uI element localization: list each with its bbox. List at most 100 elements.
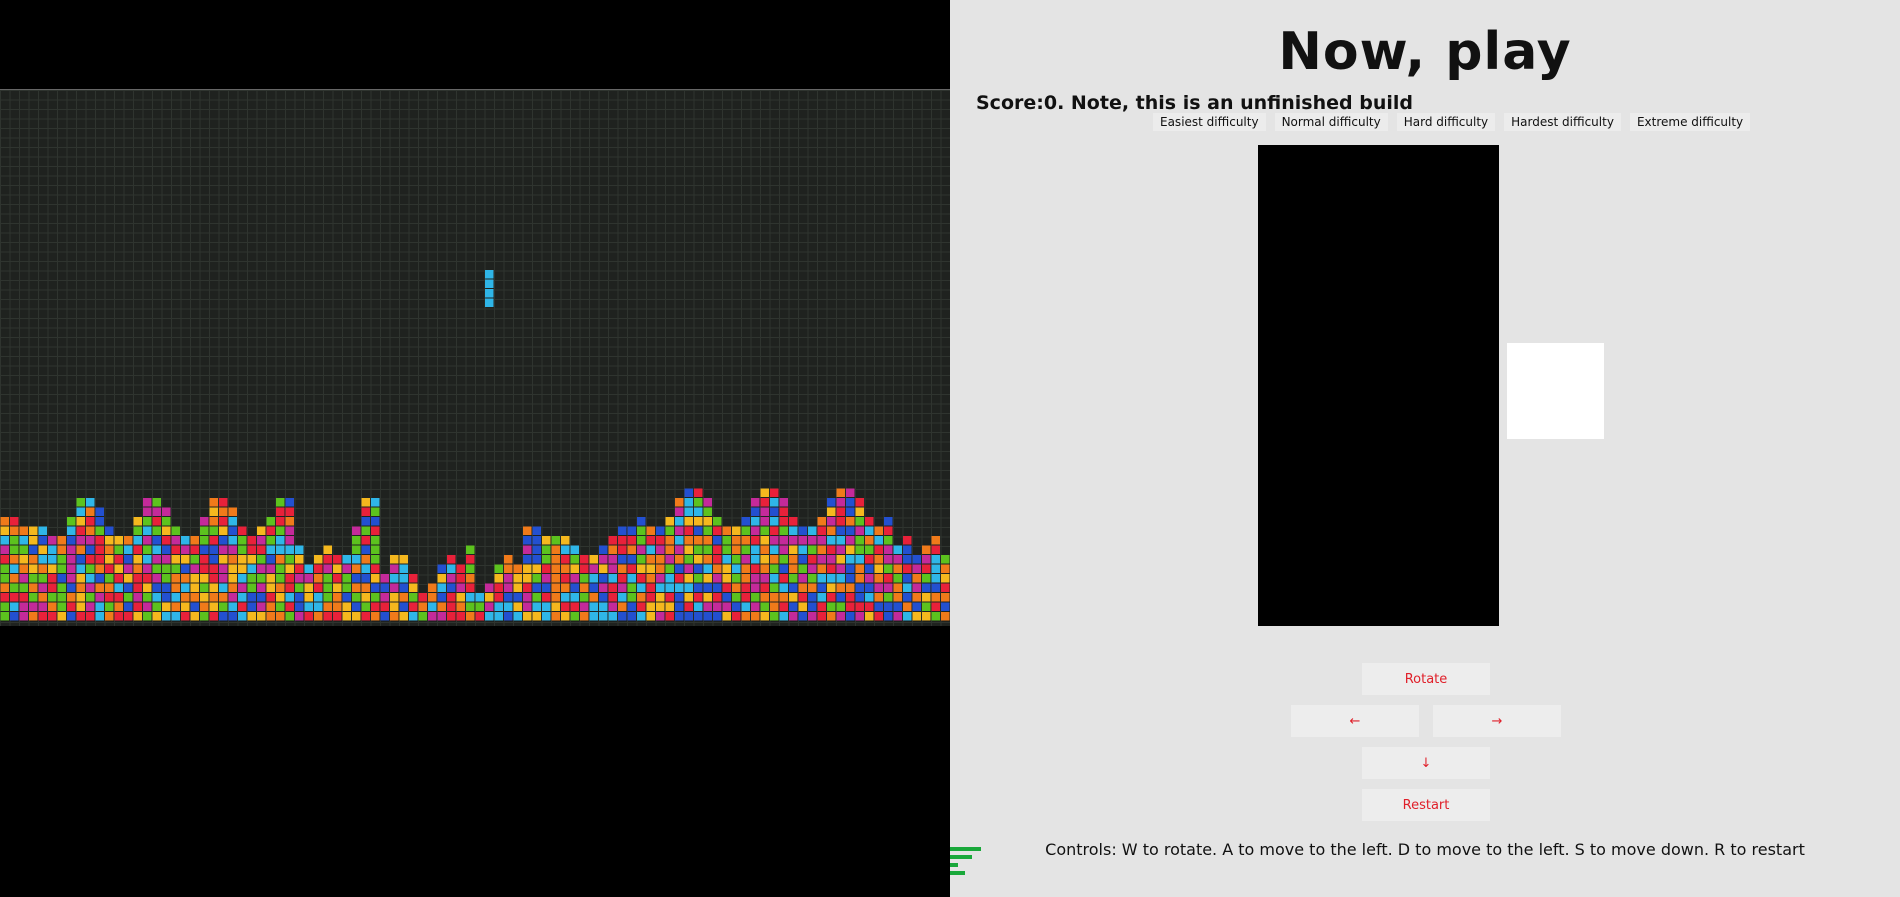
tetris-board[interactable] <box>1258 145 1499 626</box>
stack-block <box>437 593 446 602</box>
stack-block <box>238 564 247 573</box>
stack-block <box>86 612 95 621</box>
stack-block <box>209 583 218 592</box>
stack-block <box>637 555 646 564</box>
stack-block <box>162 574 171 583</box>
stack-block <box>171 574 180 583</box>
stack-block <box>238 526 247 535</box>
stack-block <box>608 602 617 611</box>
stack-block <box>798 583 807 592</box>
stack-block <box>219 526 228 535</box>
stack-block <box>257 545 266 554</box>
stack-block <box>827 564 836 573</box>
stack-block <box>760 593 769 602</box>
stack-block <box>361 507 370 516</box>
green-bars-icon <box>950 847 981 875</box>
stack-block <box>665 555 674 564</box>
stack-block <box>542 564 551 573</box>
stack-block <box>713 564 722 573</box>
stack-block <box>162 545 171 554</box>
stack-block <box>865 612 874 621</box>
extreme-difficulty-button[interactable]: Extreme difficulty <box>1629 113 1751 131</box>
stack-block <box>656 583 665 592</box>
stack-block <box>95 612 104 621</box>
stack-block <box>646 545 655 554</box>
stack-block <box>675 574 684 583</box>
stack-block <box>599 564 608 573</box>
stack-block <box>551 583 560 592</box>
stack-block <box>656 526 665 535</box>
move-left-button[interactable]: ← <box>1291 705 1419 737</box>
stack-block <box>722 612 731 621</box>
stack-block <box>504 583 513 592</box>
stack-block <box>494 564 503 573</box>
move-right-button[interactable]: → <box>1433 705 1561 737</box>
stack-block <box>171 564 180 573</box>
stack-block <box>741 612 750 621</box>
normal-difficulty-button[interactable]: Normal difficulty <box>1274 113 1388 131</box>
stack-block <box>694 583 703 592</box>
stack-block <box>257 526 266 535</box>
stack-block <box>371 507 380 516</box>
stack-block <box>494 602 503 611</box>
stack-block <box>694 545 703 554</box>
stack-block <box>143 612 152 621</box>
stack-block <box>276 602 285 611</box>
stack-block <box>694 593 703 602</box>
falling-piece-block <box>485 279 494 288</box>
stack-block <box>618 564 627 573</box>
stack-block <box>789 545 798 554</box>
stack-block <box>703 507 712 516</box>
stack-block <box>0 564 9 573</box>
restart-button[interactable]: Restart <box>1362 789 1490 821</box>
easiest-difficulty-button[interactable]: Easiest difficulty <box>1153 113 1266 131</box>
hard-difficulty-button[interactable]: Hard difficulty <box>1396 113 1496 131</box>
stack-block <box>48 612 57 621</box>
hardest-difficulty-button[interactable]: Hardest difficulty <box>1504 113 1621 131</box>
stack-block <box>912 555 921 564</box>
stack-block <box>257 583 266 592</box>
stack-block <box>143 593 152 602</box>
stack-block <box>779 536 788 545</box>
stack-block <box>893 555 902 564</box>
rotate-button[interactable]: Rotate <box>1362 663 1490 695</box>
stack-block <box>38 593 47 602</box>
stack-block <box>48 536 57 545</box>
stack-block <box>637 612 646 621</box>
stack-block <box>48 545 57 554</box>
stack-block <box>779 545 788 554</box>
stack-block <box>846 555 855 564</box>
stack-block <box>722 564 731 573</box>
stack-block <box>532 545 541 554</box>
stack-block <box>190 536 199 545</box>
stack-block <box>133 555 142 564</box>
stack-block <box>770 555 779 564</box>
stack-block <box>922 593 931 602</box>
stack-block <box>941 564 950 573</box>
stack-block <box>884 583 893 592</box>
stack-block <box>371 574 380 583</box>
stack-block <box>390 564 399 573</box>
stack-block <box>447 574 456 583</box>
stack-block <box>722 545 731 554</box>
stack-block <box>694 507 703 516</box>
stack-block <box>789 536 798 545</box>
stack-block <box>48 555 57 564</box>
stack-block <box>798 536 807 545</box>
stack-block <box>314 555 323 564</box>
stack-block <box>912 602 921 611</box>
stack-block <box>67 574 76 583</box>
stack-block <box>342 602 351 611</box>
stack-block <box>827 498 836 507</box>
stack-block <box>276 593 285 602</box>
move-down-button[interactable]: ↓ <box>1362 747 1490 779</box>
stack-block <box>694 574 703 583</box>
stack-block <box>722 526 731 535</box>
stack-block <box>38 555 47 564</box>
stack-block <box>380 593 389 602</box>
stack-block <box>808 555 817 564</box>
stack-block <box>893 593 902 602</box>
stack-block <box>29 545 38 554</box>
stack-block <box>0 602 9 611</box>
stack-block <box>276 507 285 516</box>
